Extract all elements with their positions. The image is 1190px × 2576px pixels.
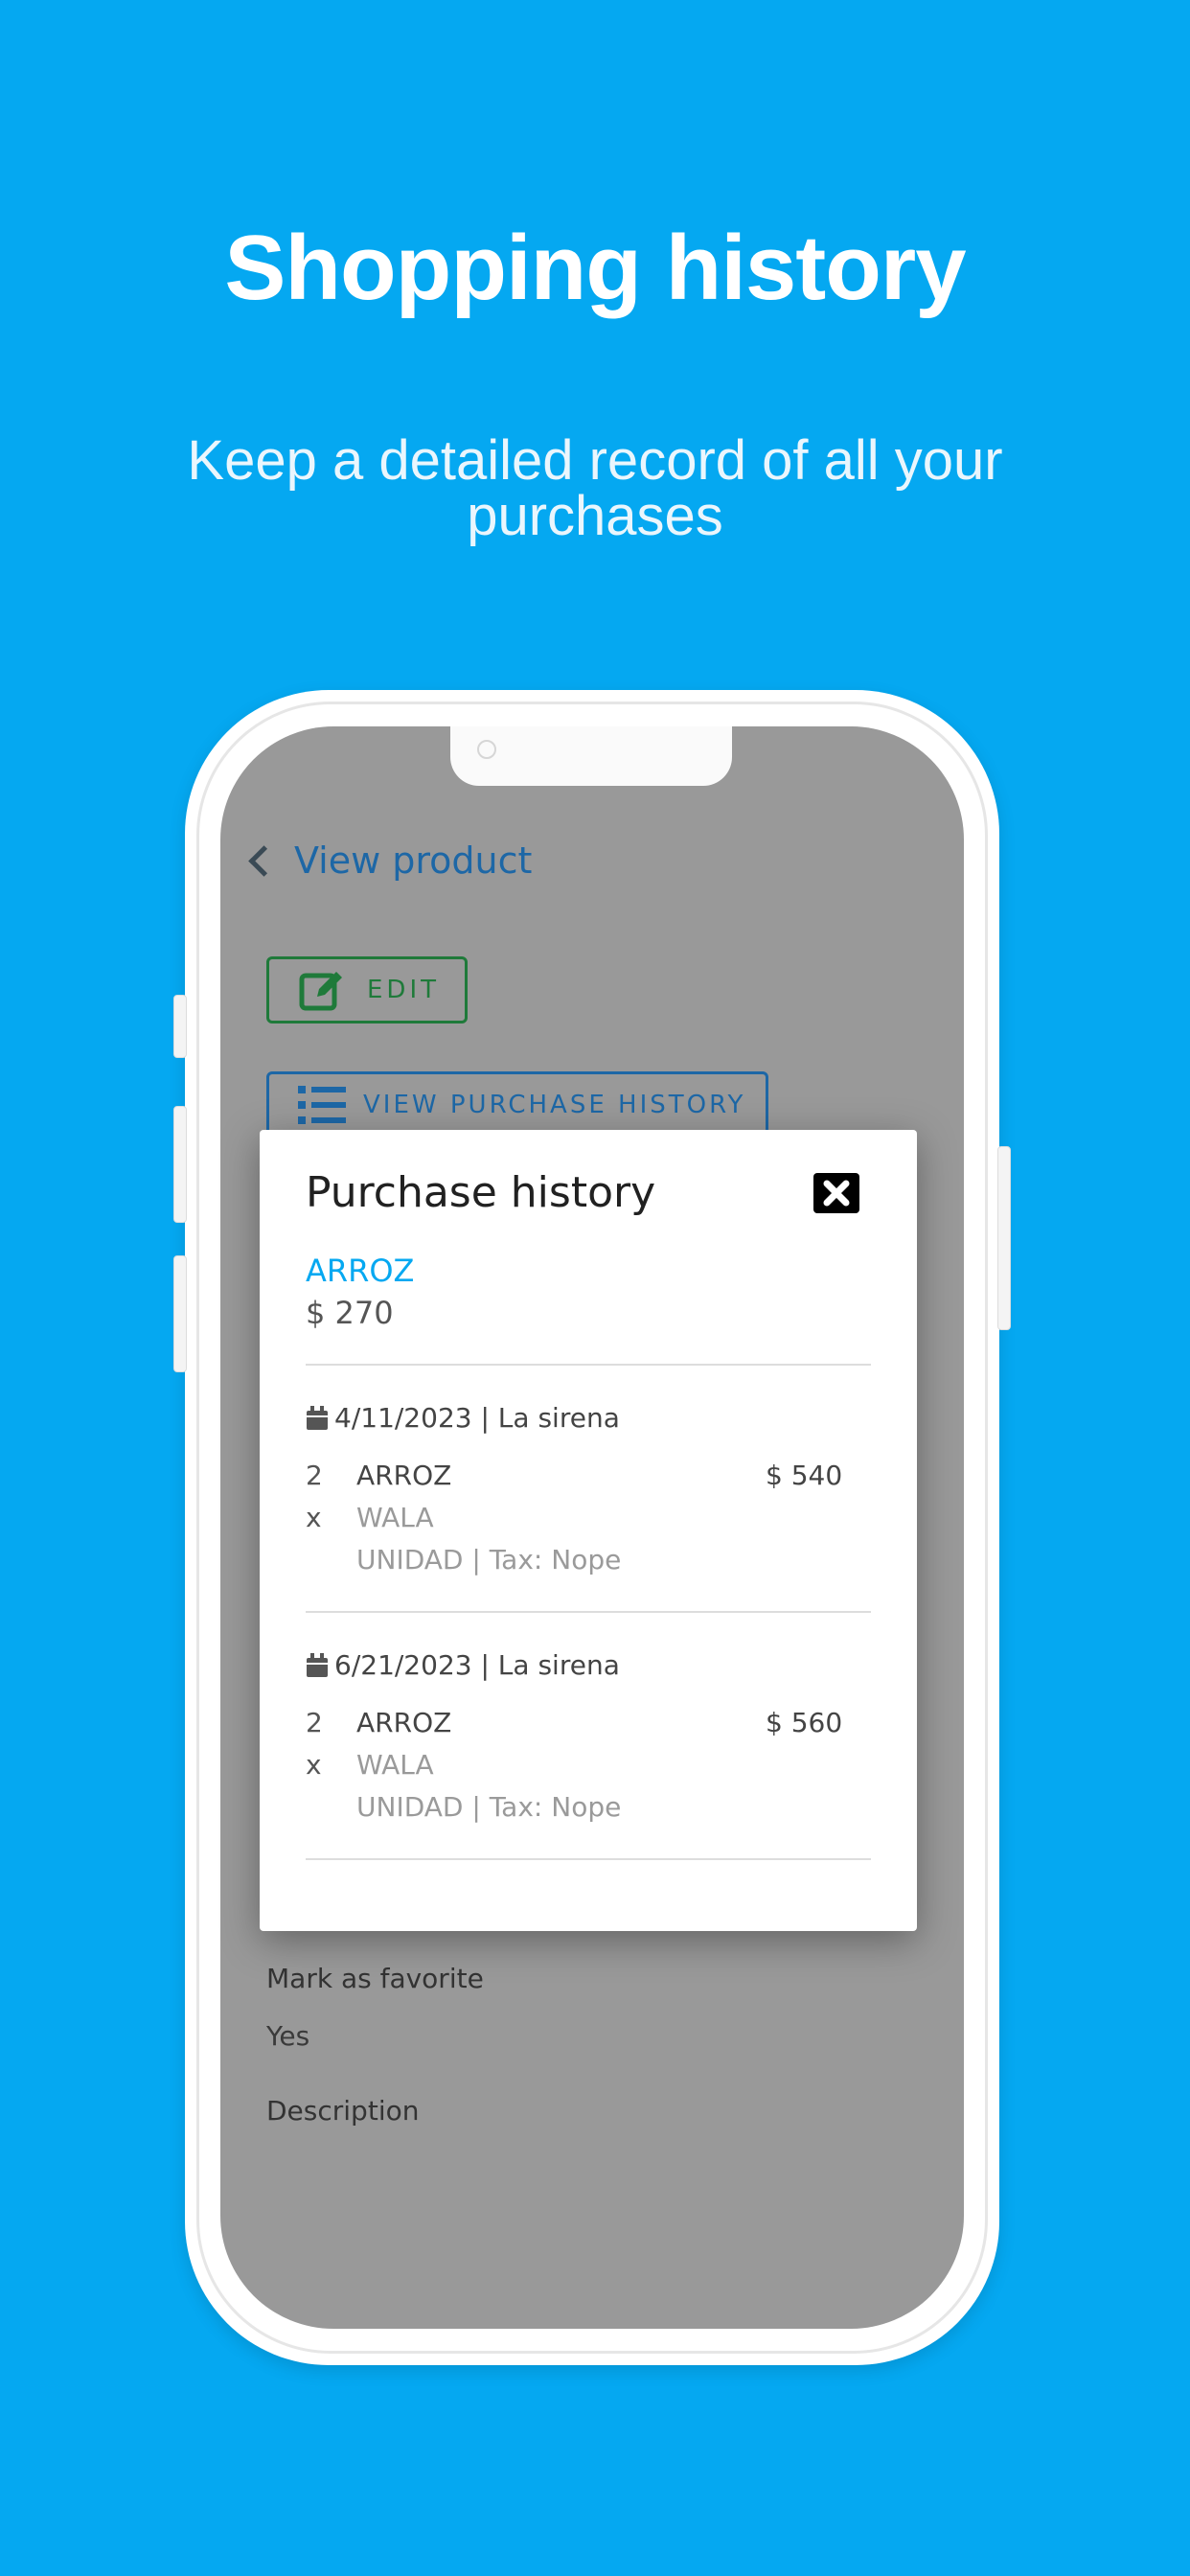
- entry-quantity: 2: [306, 1460, 323, 1491]
- list-icon: [298, 1086, 346, 1124]
- entry-item-brand: WALA: [356, 1502, 434, 1533]
- entry-date-row: 6/21/2023 | La sirena: [306, 1649, 620, 1681]
- entry-quantity-x: x: [306, 1502, 322, 1533]
- favorite-value: Yes: [266, 2020, 310, 2052]
- phone-notch: [450, 726, 732, 786]
- close-button[interactable]: [813, 1173, 859, 1213]
- product-name: ARROZ: [306, 1253, 415, 1289]
- modal-title: Purchase history: [306, 1168, 656, 1217]
- edit-label: EDIT: [367, 976, 440, 1004]
- phone-power-button: [997, 1146, 1011, 1330]
- close-icon: [823, 1180, 850, 1207]
- chevron-left-icon: [248, 844, 280, 877]
- entry-item-name: ARROZ: [356, 1707, 452, 1738]
- phone-volume-down: [173, 1255, 187, 1372]
- promo-title: Shopping history: [224, 217, 966, 319]
- entry-date-row: 4/11/2023 | La sirena: [306, 1402, 620, 1434]
- purchase-history-modal: Purchase history ARROZ $ 270 4/11/2023 |…: [260, 1130, 917, 1931]
- divider: [306, 1858, 871, 1860]
- entry-date-store: 4/11/2023 | La sirena: [334, 1402, 620, 1434]
- view-purchase-history-label: VIEW PURCHASE HISTORY: [363, 1091, 746, 1119]
- calendar-icon: [307, 1405, 328, 1430]
- purchase-entry: 6/21/2023 | La sirena 2 x ARROZ WALA UNI…: [306, 1649, 871, 1841]
- divider: [306, 1611, 871, 1613]
- view-purchase-history-button[interactable]: VIEW PURCHASE HISTORY: [266, 1071, 768, 1138]
- back-label: View product: [294, 840, 533, 882]
- entry-total: $ 540: [766, 1460, 843, 1491]
- entry-quantity-x: x: [306, 1749, 322, 1781]
- entry-item-brand: WALA: [356, 1749, 434, 1781]
- entry-total: $ 560: [766, 1707, 843, 1738]
- calendar-icon: [307, 1652, 328, 1677]
- promo-subtitle: Keep a detailed record of all your purch…: [187, 429, 1003, 547]
- entry-date-store: 6/21/2023 | La sirena: [334, 1649, 620, 1681]
- entry-item-name: ARROZ: [356, 1460, 452, 1491]
- divider: [306, 1364, 871, 1366]
- camera-icon: [477, 740, 496, 759]
- entry-item-unit-tax: UNIDAD | Tax: Nope: [356, 1791, 622, 1823]
- description-label: Description: [266, 2095, 420, 2127]
- edit-button[interactable]: EDIT: [266, 956, 468, 1024]
- purchase-entry: 4/11/2023 | La sirena 2 x ARROZ WALA UNI…: [306, 1402, 871, 1594]
- favorite-label: Mark as favorite: [266, 1963, 484, 1994]
- edit-icon: [299, 972, 342, 1011]
- product-price: $ 270: [306, 1295, 394, 1331]
- phone-side-button: [173, 995, 187, 1058]
- phone-volume-up: [173, 1106, 187, 1223]
- entry-quantity: 2: [306, 1707, 323, 1738]
- back-link[interactable]: View product: [245, 840, 532, 882]
- entry-item-unit-tax: UNIDAD | Tax: Nope: [356, 1544, 622, 1576]
